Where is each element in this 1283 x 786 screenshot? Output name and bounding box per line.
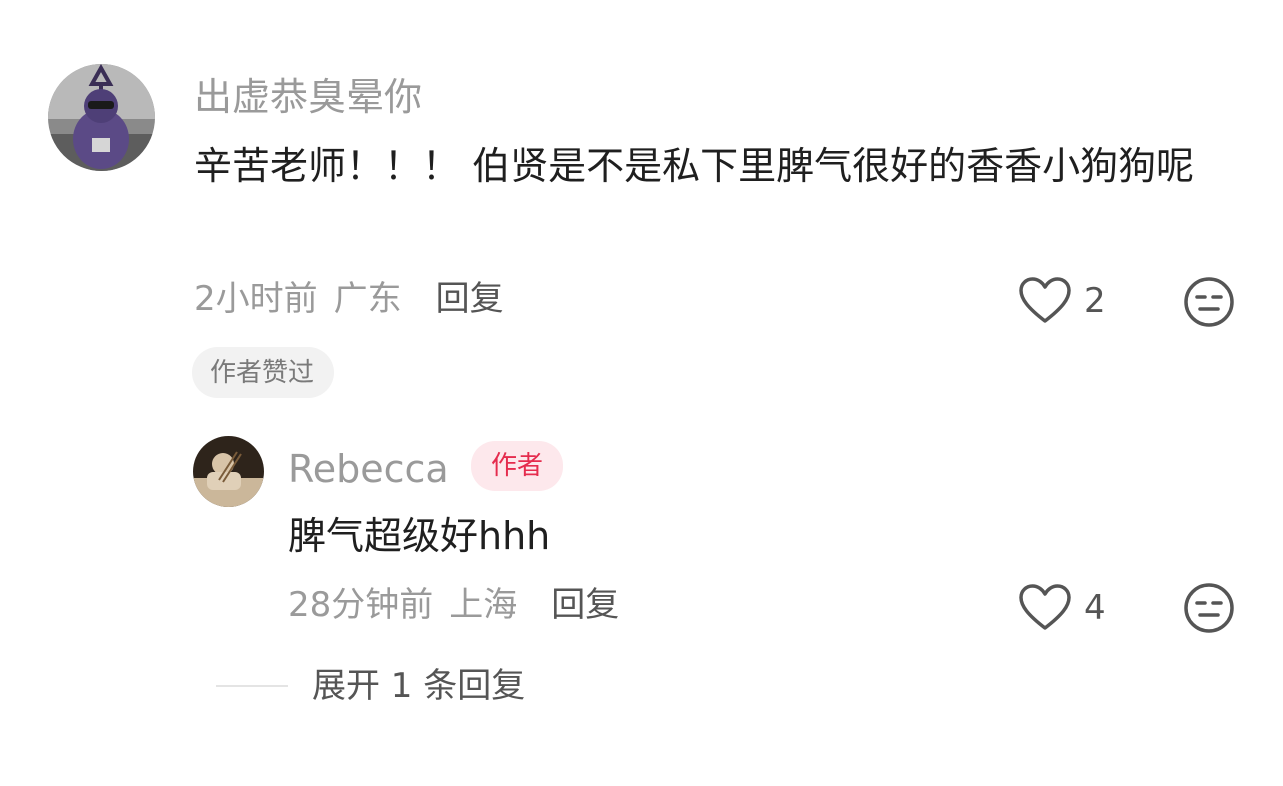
author-liked-badge: 作者赞过 bbox=[192, 347, 335, 398]
heart-icon bbox=[1019, 584, 1071, 630]
expand-divider bbox=[216, 685, 288, 687]
comment-like-button[interactable]: 2 bbox=[1018, 276, 1106, 326]
commenter-avatar[interactable] bbox=[48, 64, 155, 171]
heart-icon bbox=[1019, 277, 1071, 323]
reply-username[interactable]: Rebecca bbox=[288, 450, 449, 488]
comment-like-count: 2 bbox=[1084, 281, 1106, 321]
comment-dislike-button[interactable] bbox=[1183, 276, 1235, 332]
comment-location: 广东 bbox=[333, 279, 402, 319]
reply-avatar[interactable] bbox=[193, 436, 264, 507]
reply-location: 上海 bbox=[449, 585, 518, 625]
author-tag: 作者 bbox=[471, 441, 564, 491]
meh-face-icon bbox=[1184, 277, 1234, 327]
reply-reply-button[interactable]: 回复 bbox=[551, 588, 619, 622]
comment-text: 辛苦老师！！！ 伯贤是不是私下里脾气很好的香香小狗狗呢 bbox=[194, 144, 1195, 188]
reply-time: 28分钟前 bbox=[288, 585, 434, 625]
reply-meta: 28分钟前 上海 回复 bbox=[288, 588, 619, 622]
reply-like-button[interactable]: 4 bbox=[1018, 583, 1106, 633]
reply-dislike-button[interactable] bbox=[1183, 582, 1235, 638]
comment-reply-button[interactable]: 回复 bbox=[436, 282, 504, 316]
reply-text: 脾气超级好hhh bbox=[288, 514, 551, 558]
commenter-username[interactable]: 出虚恭臭晕你 bbox=[194, 78, 422, 116]
meh-face-icon bbox=[1184, 583, 1234, 633]
reply-like-count: 4 bbox=[1084, 588, 1106, 628]
comment-time: 2小时前 bbox=[194, 279, 318, 319]
expand-replies-button[interactable]: 展开 1 条回复 bbox=[312, 669, 525, 703]
comment-meta: 2小时前 广东 回复 bbox=[194, 282, 504, 316]
